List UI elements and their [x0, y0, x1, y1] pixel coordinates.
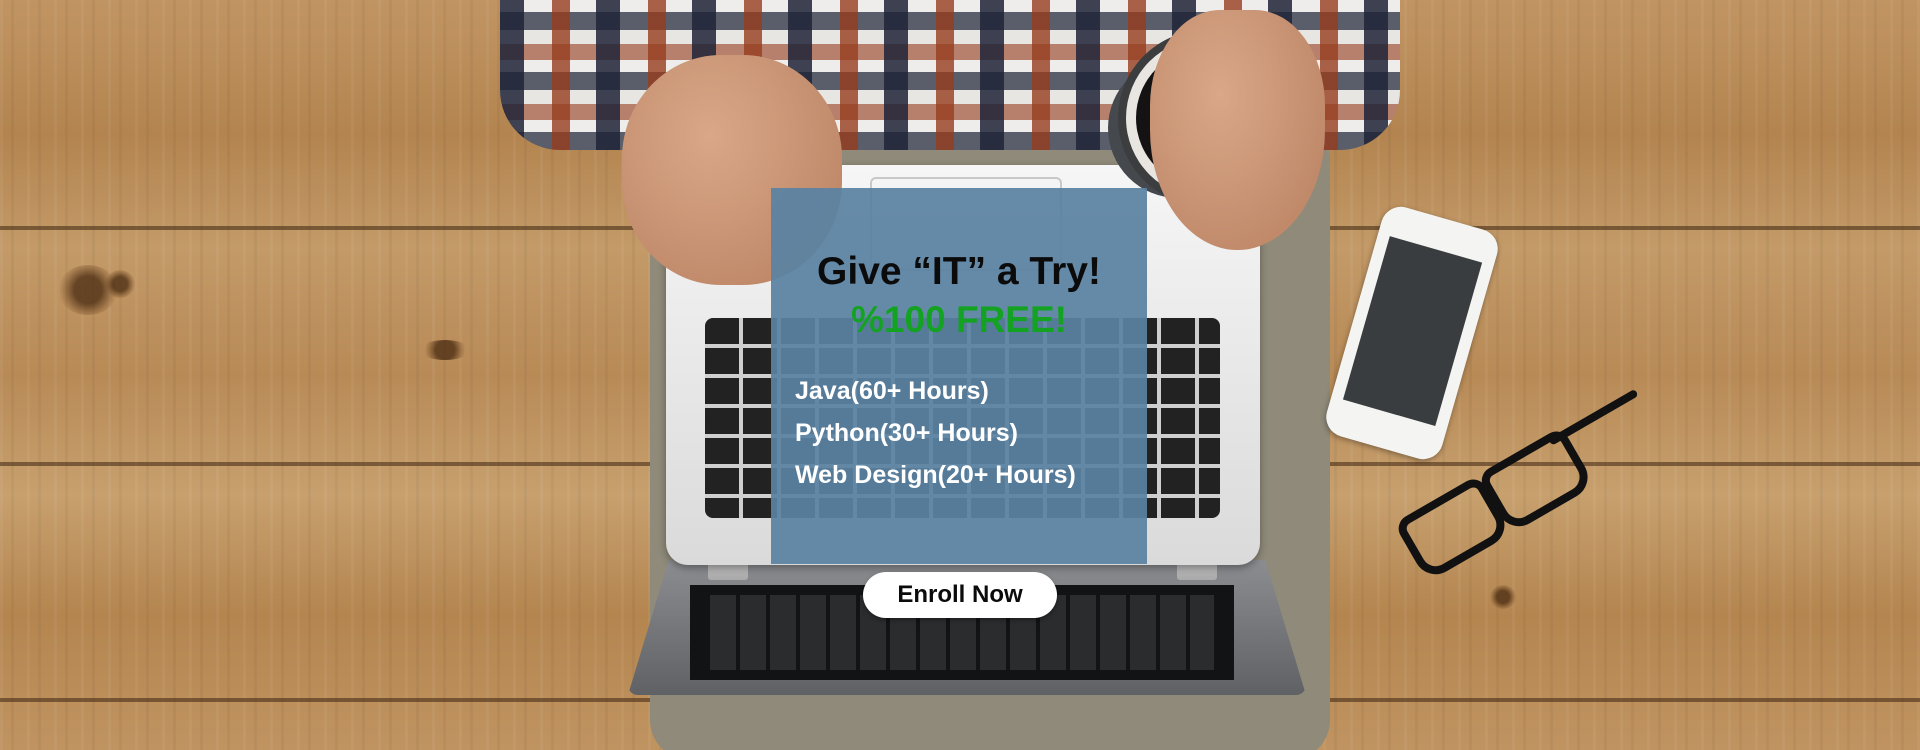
hero-banner: Give “IT” a Try! %100 FREE! Java(60+ Hou… [0, 0, 1920, 750]
smartphone [1321, 202, 1503, 464]
wood-knot [1490, 585, 1516, 609]
promo-panel: Give “IT” a Try! %100 FREE! Java(60+ Hou… [771, 188, 1147, 564]
course-item-web-design: Web Design(20+ Hours) [795, 461, 1076, 489]
right-hand [1150, 10, 1325, 250]
wood-knot [420, 340, 470, 360]
eyeglasses-temple [1547, 388, 1639, 446]
wood-knot [105, 270, 135, 298]
course-item-java: Java(60+ Hours) [795, 377, 989, 405]
enroll-now-button[interactable]: Enroll Now [863, 572, 1057, 618]
course-item-python: Python(30+ Hours) [795, 419, 1018, 447]
smartphone-screen [1342, 236, 1483, 427]
promo-free-badge: %100 FREE! [851, 299, 1067, 340]
promo-title: Give “IT” a Try! [817, 250, 1101, 293]
